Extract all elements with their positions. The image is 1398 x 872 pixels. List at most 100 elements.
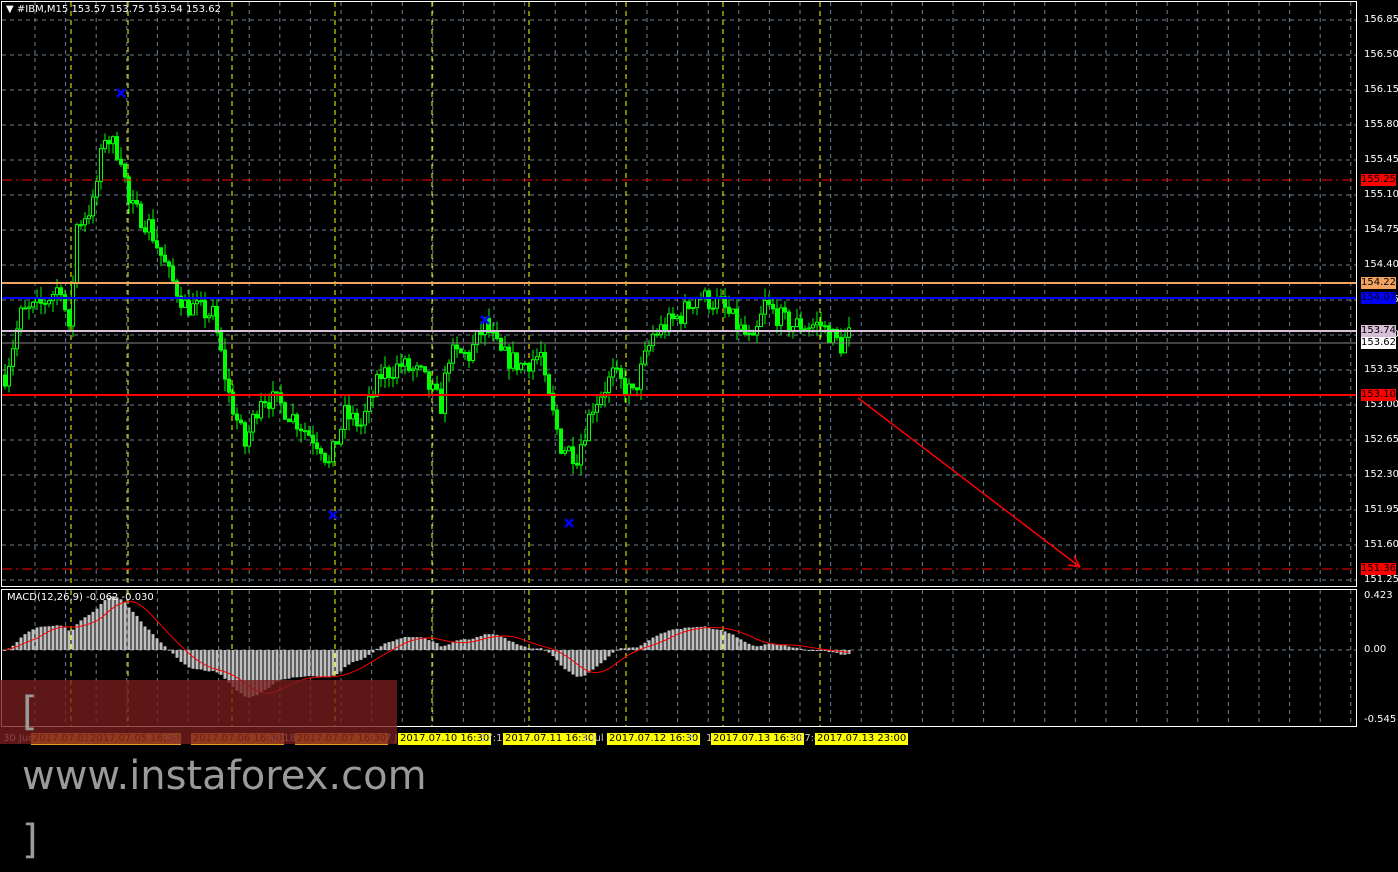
- candle-body: [207, 315, 211, 319]
- candle-body: [307, 430, 311, 436]
- macd-histogram-bar: [175, 650, 179, 658]
- macd-histogram-bar: [347, 650, 351, 665]
- macd-histogram-bar: [75, 624, 79, 650]
- candle-body: [135, 200, 139, 205]
- candle-body: [507, 346, 511, 369]
- macd-histogram-bar: [711, 629, 715, 650]
- macd-histogram-bar: [87, 614, 91, 650]
- price-tick: 151.25: [1364, 574, 1398, 585]
- macd-histogram-bar: [363, 650, 367, 658]
- candle-body: [227, 378, 231, 393]
- candle-body: [123, 163, 127, 178]
- candle-body: [295, 414, 299, 430]
- candle-body: [351, 412, 355, 420]
- candle-body: [675, 315, 679, 320]
- macd-histogram-bar: [739, 639, 743, 650]
- macd-histogram-bar: [523, 646, 527, 650]
- candle-body: [815, 321, 819, 326]
- macd-histogram-bar: [95, 608, 99, 650]
- price-tick: 153.35: [1364, 364, 1398, 375]
- candle-body: [643, 350, 647, 365]
- macd-histogram-bar: [767, 643, 771, 650]
- macd-histogram-bar: [171, 650, 175, 654]
- candle-body: [391, 376, 395, 379]
- macd-histogram-bar: [327, 650, 331, 678]
- price-tick: 155.80: [1364, 119, 1398, 130]
- candle-body: [747, 332, 751, 335]
- time-label: 2017.07.13 23:00: [815, 733, 909, 745]
- candle-body: [71, 282, 75, 327]
- macd-histogram-bar: [367, 650, 371, 655]
- macd-histogram-bar: [111, 596, 115, 650]
- macd-histogram-bar: [591, 650, 595, 670]
- candle-body: [591, 411, 595, 415]
- candle-body: [283, 402, 287, 420]
- candle-body: [95, 180, 99, 198]
- macd-histogram-bar: [699, 626, 703, 650]
- macd-histogram-bar: [387, 642, 391, 650]
- macd-label: MACD(12,26,9) -0.062 -0.030: [7, 592, 154, 603]
- macd-histogram-bar: [355, 650, 359, 661]
- macd-histogram-bar: [343, 650, 347, 668]
- macd-histogram-bar: [159, 642, 163, 650]
- candle-body: [163, 254, 167, 263]
- candle-body: [247, 431, 251, 447]
- price-tick: 151.60: [1364, 539, 1398, 550]
- macd-histogram-bar: [779, 644, 783, 650]
- candle-body: [655, 333, 659, 336]
- candle-body: [411, 368, 415, 371]
- candle-body: [839, 336, 843, 354]
- macd-histogram-bar: [107, 597, 111, 650]
- candle-body: [195, 300, 199, 305]
- candle-body: [287, 418, 291, 423]
- candle-body: [587, 413, 591, 442]
- macd-histogram-bar: [751, 645, 755, 650]
- macd-histogram-bar: [551, 650, 555, 657]
- price-chart[interactable]: [0, 0, 1398, 749]
- price-tick: 154.75: [1364, 224, 1398, 235]
- candle-body: [779, 307, 783, 327]
- macd-histogram-bar: [839, 650, 843, 655]
- candle-body: [291, 414, 295, 423]
- macd-histogram-bar: [671, 629, 675, 650]
- candle-body: [155, 240, 159, 249]
- macd-histogram-bar: [143, 626, 147, 650]
- macd-histogram-bar: [63, 627, 67, 650]
- macd-histogram-bar: [371, 650, 375, 653]
- candle-body: [419, 365, 423, 368]
- candle-body: [539, 352, 543, 358]
- macd-histogram-bar: [487, 634, 491, 650]
- macd-histogram-bar: [471, 638, 475, 650]
- macd-histogram-bar: [83, 617, 87, 650]
- candle-body: [223, 349, 227, 380]
- candle-body: [315, 442, 319, 450]
- macd-histogram-bar: [499, 636, 503, 650]
- macd-histogram-bar: [443, 645, 447, 650]
- candle-body: [499, 338, 503, 351]
- candle-body: [459, 348, 463, 354]
- price-tick: 155.10: [1364, 189, 1398, 200]
- macd-histogram-bar: [563, 650, 567, 670]
- candle-body: [739, 324, 743, 330]
- macd-histogram-bar: [783, 644, 787, 650]
- candle-body: [47, 300, 51, 305]
- candle-body: [399, 363, 403, 367]
- candle-body: [259, 401, 263, 419]
- triangle-down-icon[interactable]: ▼: [6, 4, 14, 15]
- macd-histogram-bar: [331, 650, 335, 676]
- macd-histogram-bar: [479, 636, 483, 650]
- macd-histogram-bar: [43, 626, 47, 650]
- macd-histogram-bar: [595, 650, 599, 667]
- candle-body: [599, 396, 603, 406]
- candle-body: [167, 261, 171, 267]
- macd-histogram-bar: [539, 648, 543, 650]
- macd-histogram-bar: [103, 600, 107, 650]
- candle-body: [67, 309, 71, 327]
- macd-histogram-bar: [535, 648, 539, 650]
- macd-histogram-bar: [543, 649, 547, 651]
- macd-histogram-bar: [431, 641, 435, 650]
- macd-histogram-bar: [407, 637, 411, 650]
- price-level-label: 151.36: [1361, 563, 1396, 575]
- candle-body: [375, 374, 379, 397]
- candle-body: [107, 139, 111, 145]
